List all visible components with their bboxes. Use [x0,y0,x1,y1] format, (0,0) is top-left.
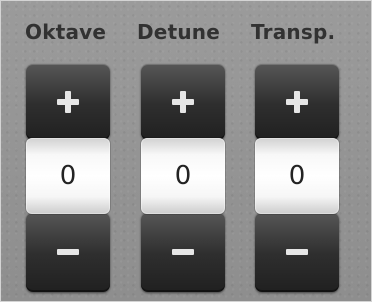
plus-icon [286,91,308,113]
detune-value-display: 0 [141,138,225,214]
transpose-panel: Oktave Detune Transp. 0 0 0 [0,0,372,302]
plus-icon [172,91,194,113]
minus-icon [57,249,79,255]
transpose-control: 0 [255,64,339,292]
octave-value-display: 0 [26,138,110,214]
octave-control: 0 [26,64,110,292]
detune-decrement-button[interactable] [141,212,225,292]
transpose-increment-button[interactable] [255,64,339,140]
detune-increment-button[interactable] [141,64,225,140]
detune-value: 0 [174,161,192,191]
detune-label: Detune [137,20,220,44]
octave-decrement-button[interactable] [26,212,110,292]
plus-icon [57,91,79,113]
transpose-value: 0 [288,161,306,191]
transpose-value-display: 0 [255,138,339,214]
octave-increment-button[interactable] [26,64,110,140]
octave-value: 0 [59,161,77,191]
minus-icon [286,249,308,255]
detune-control: 0 [141,64,225,292]
transpose-decrement-button[interactable] [255,212,339,292]
minus-icon [172,249,194,255]
transpose-label: Transp. [251,20,336,44]
octave-label: Oktave [25,20,107,44]
